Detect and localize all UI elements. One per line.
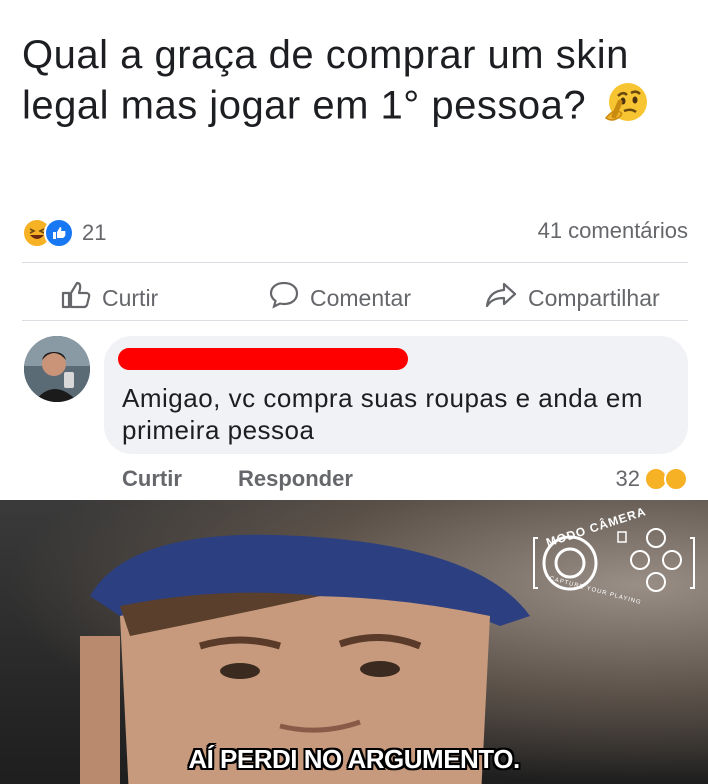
modo-camera-watermark: MODO CÂMERA CAPTURE YOUR PLAYING xyxy=(530,504,700,608)
thinking-face-icon xyxy=(598,80,652,136)
share-button[interactable]: Compartilhar xyxy=(484,280,660,316)
comment-like-button[interactable]: Curtir xyxy=(122,466,182,492)
thumbs-up-icon xyxy=(60,280,92,316)
facebook-post: Qual a graça de comprar um skin legal ma… xyxy=(0,0,708,500)
wow-reaction-icon xyxy=(664,467,688,491)
divider xyxy=(22,320,688,321)
comment-icon xyxy=(268,280,300,316)
post-text: Qual a graça de comprar um skin legal ma… xyxy=(22,33,629,128)
comment-reply-button[interactable]: Responder xyxy=(238,466,353,492)
like-button[interactable]: Curtir xyxy=(60,280,158,316)
avatar[interactable] xyxy=(24,336,90,402)
meme-video-frame: MODO CÂMERA CAPTURE YOUR PLAYING AÍ PERD… xyxy=(0,500,708,784)
like-reaction-icon xyxy=(44,218,74,248)
comment-button-label: Comentar xyxy=(310,284,411,311)
comment-text: Amigao, vc compra suas roupas e anda em … xyxy=(122,383,643,445)
comments-count-link[interactable]: 41 comentários xyxy=(538,218,688,244)
share-button-label: Compartilhar xyxy=(528,284,660,311)
video-caption: AÍ PERDI NO ARGUMENTO. xyxy=(188,744,520,774)
comment-reactions-count: 32 xyxy=(615,466,640,491)
redacted-author-name xyxy=(118,348,408,370)
post-actions-bar: Curtir Comentar Compartilhar xyxy=(0,270,708,318)
post-text-container: Qual a graça de comprar um skin legal ma… xyxy=(22,30,682,136)
share-icon xyxy=(484,280,518,316)
reactions-count: 21 xyxy=(82,220,107,245)
divider xyxy=(22,262,688,263)
comment-button[interactable]: Comentar xyxy=(268,280,411,316)
reactions-summary[interactable]: 21 xyxy=(22,218,106,248)
post-stats: 21 41 comentários xyxy=(22,214,688,250)
comment: Amigao, vc compra suas roupas e anda em … xyxy=(0,330,708,500)
like-button-label: Curtir xyxy=(102,284,159,311)
comment-bubble[interactable]: Amigao, vc compra suas roupas e anda em … xyxy=(104,336,688,454)
comment-reactions[interactable]: 32 xyxy=(616,466,688,492)
